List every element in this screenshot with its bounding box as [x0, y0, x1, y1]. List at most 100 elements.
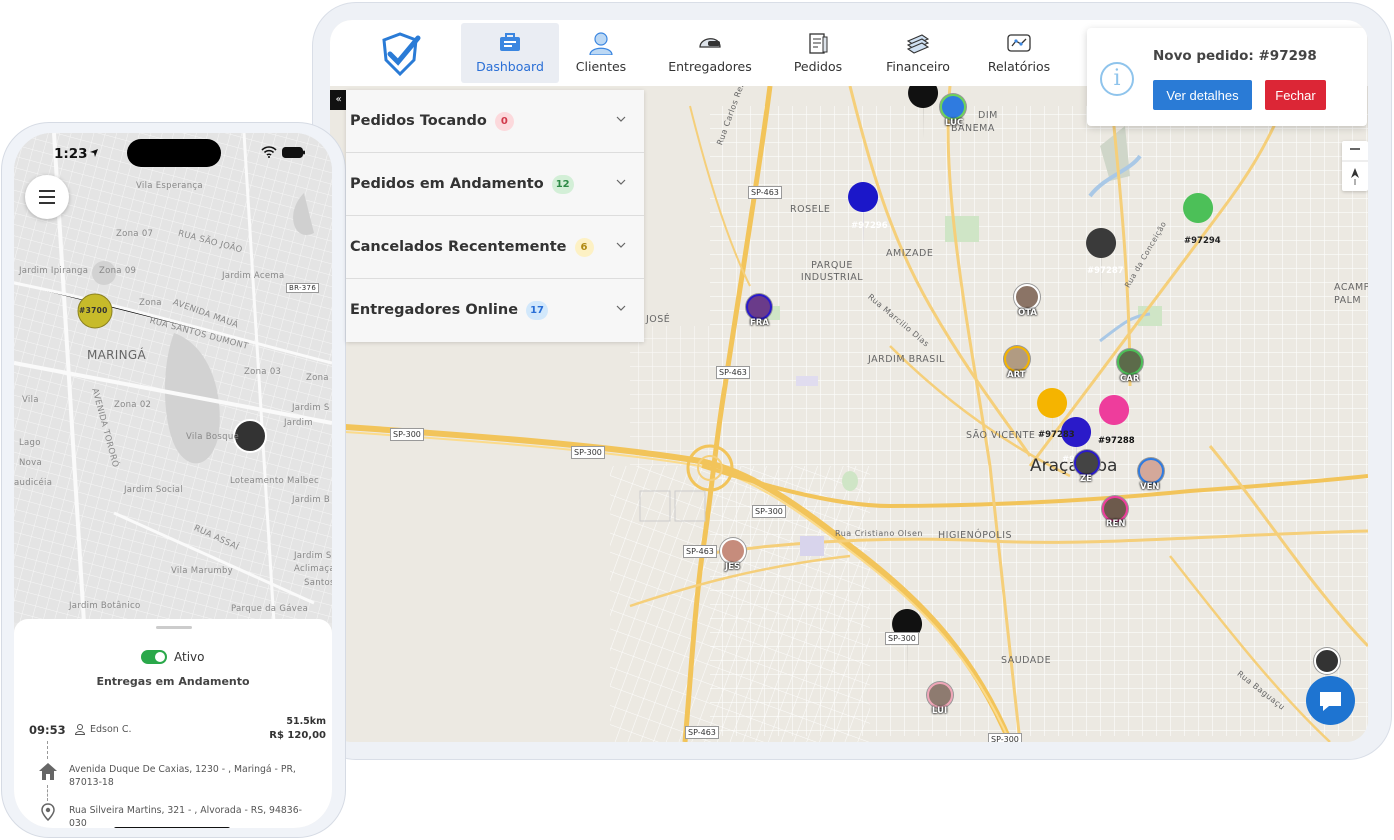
destination-address: Rua Silveira Martins, 321 - , Alvorada -…: [69, 805, 302, 828]
customer-name: Edson C.: [90, 724, 132, 735]
road-sign: SP-300: [885, 632, 919, 645]
nav-label: Financeiro: [886, 59, 950, 74]
driver-avatar[interactable]: [720, 538, 746, 564]
order-marker-label[interactable]: #97283: [1038, 430, 1075, 440]
road-sign: SP-463: [748, 186, 782, 199]
driver-label: ART: [1007, 370, 1026, 380]
location-arrow-icon: [90, 149, 98, 157]
map-label-rua-cristiano-olsen: Rua Cristiano Olsen: [835, 529, 923, 538]
route-line: [47, 785, 48, 801]
count-badge: 6: [574, 238, 594, 257]
driver-avatar[interactable]: [1117, 349, 1143, 375]
nav-label: Clientes: [575, 59, 627, 74]
phone-map-label: Parque da Gávea: [231, 604, 309, 614]
count-badge: 12: [551, 175, 574, 194]
count-badge: 0: [494, 112, 514, 131]
phone-map-label: Jardim Botânico: [69, 601, 141, 611]
active-label: Ativo: [174, 650, 205, 664]
battery-icon: [282, 147, 305, 158]
phone-map-label: Vila: [22, 395, 39, 405]
road-sign: SP-463: [716, 366, 750, 379]
phone-road-sign: BR-376: [286, 283, 320, 293]
driver-label: CAR: [1120, 374, 1140, 384]
map-label-palm: PALM: [1334, 295, 1362, 306]
menu-button[interactable]: [25, 175, 69, 219]
phone-map-label: Loteamento Malbec: [230, 476, 319, 486]
phone-map-label: Lago: [19, 438, 41, 448]
phone-map-label: Jardim: [284, 418, 313, 428]
collapse-panel-button[interactable]: «: [330, 90, 347, 110]
close-notification-button[interactable]: Fechar: [1265, 80, 1326, 110]
road-sign: SP-463: [685, 726, 719, 739]
notification-title: Novo pedido: #97298: [1153, 48, 1317, 64]
phone-map-label: Vila Esperança: [136, 181, 203, 191]
map-label-parque-industrial: PARQUE INDUSTRIAL: [800, 260, 864, 283]
sheet-handle[interactable]: [156, 626, 192, 629]
nav-financeiro[interactable]: Financeiro: [869, 23, 967, 83]
driver-avatar[interactable]: [1138, 458, 1164, 484]
panel-row-cancelados[interactable]: Cancelados Recentemente 6: [346, 216, 644, 279]
road-sign: SP-300: [571, 446, 605, 459]
driver-avatar[interactable]: [1004, 346, 1030, 372]
chevron-down-icon[interactable]: [616, 240, 626, 250]
phone-map-label: Zona 09: [99, 266, 137, 276]
user-icon: [589, 32, 613, 55]
nav-label: Dashboard: [476, 59, 544, 74]
chat-icon: [1320, 692, 1341, 711]
phone-map-label: Nova: [19, 458, 42, 468]
road-sign: SP-300: [988, 733, 1022, 742]
phone-map-label: Zona: [306, 373, 329, 383]
road-sign: SP-300: [752, 505, 786, 518]
panel-row-label: Cancelados Recentemente: [350, 239, 567, 255]
phone-order-marker[interactable]: #3700: [79, 306, 108, 315]
driver-avatar[interactable]: [927, 682, 953, 708]
nav-dashboard[interactable]: Dashboard: [461, 23, 559, 83]
driver-avatar[interactable]: [940, 94, 966, 120]
active-toggle[interactable]: [141, 650, 167, 664]
delivery-time: 09:53: [29, 723, 66, 737]
driver-label: VEN: [1140, 482, 1160, 492]
map-label-jose: JOSÉ: [646, 314, 671, 325]
driver-avatar[interactable]: [1074, 450, 1100, 476]
location-pin-icon: [41, 803, 55, 821]
phone-map-label: Zona 07: [116, 229, 154, 239]
new-order-notification: i Novo pedido: #97298 Ver detalhes Fecha…: [1087, 28, 1367, 126]
phone-map-label: Jardim S: [294, 551, 332, 561]
driver-avatar[interactable]: [1014, 284, 1040, 310]
nav-pedidos[interactable]: Pedidos: [769, 23, 867, 83]
dashboard-screen: ROSELE PARQUE INDUSTRIAL AMIZADE JARDIM …: [330, 20, 1368, 742]
panel-row-entregadores-online[interactable]: Entregadores Online 17: [346, 279, 644, 342]
driver-app-screen: Vila Esperança Zona 07 RUA SÃO JOÃO Zona…: [14, 133, 332, 828]
route-line: [47, 741, 48, 759]
phone-map-label: Zona 03: [244, 367, 282, 377]
phone-map-label: Vila Marumby: [171, 566, 233, 576]
nav-relatorios[interactable]: Relatórios: [970, 23, 1068, 83]
compass-icon[interactable]: [1342, 141, 1368, 191]
chat-button[interactable]: [1306, 676, 1355, 725]
nav-clientes[interactable]: Clientes: [552, 23, 650, 83]
order-marker-label[interactable]: #97296: [851, 221, 888, 231]
status-bar: 1:23: [14, 133, 332, 173]
orders-panel: Pedidos Tocando 0 Pedidos em Andamento 12 …: [346, 90, 644, 342]
driver-avatar[interactable]: [1314, 648, 1340, 674]
receipt-icon: [809, 33, 828, 54]
nav-label: Pedidos: [793, 59, 843, 74]
chevron-down-icon[interactable]: [616, 303, 626, 313]
order-marker-label[interactable]: #97287: [1087, 266, 1124, 276]
order-marker-label[interactable]: #97294: [1184, 236, 1221, 246]
panel-row-title: Pedidos em Andamento 12: [350, 175, 574, 194]
chevron-down-icon[interactable]: [616, 177, 626, 187]
panel-row-pedidos-tocando[interactable]: Pedidos Tocando 0: [346, 90, 644, 153]
panel-row-label: Pedidos em Andamento: [350, 176, 544, 192]
order-marker-label[interactable]: #97288: [1098, 436, 1135, 446]
status-time: 1:23: [54, 146, 88, 162]
map-label-saudade: SAUDADE: [1001, 655, 1052, 666]
driver-avatar[interactable]: [746, 294, 772, 320]
map-label-dim: DIM: [978, 110, 998, 121]
chevron-down-icon[interactable]: [616, 114, 626, 124]
panel-row-pedidos-andamento[interactable]: Pedidos em Andamento 12: [346, 153, 644, 216]
driver-label: JES: [725, 562, 741, 572]
nav-entregadores[interactable]: Entregadores: [661, 23, 759, 83]
logo-icon: [382, 32, 421, 76]
view-details-button[interactable]: Ver detalhes: [1153, 80, 1252, 110]
